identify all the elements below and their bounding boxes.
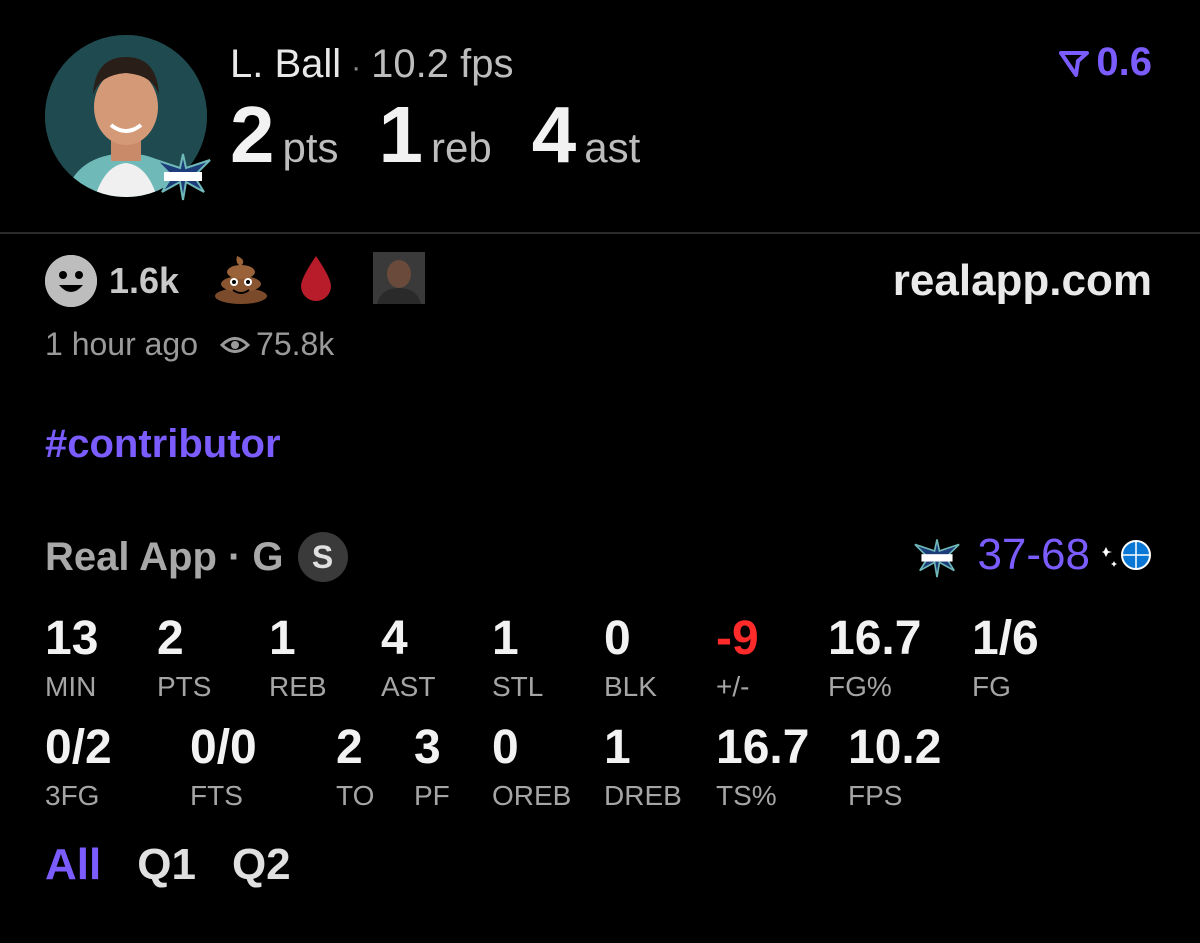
stat-plus-minus: -9 +/- (716, 615, 759, 703)
stat-pts: 2 PTS (157, 615, 211, 703)
stat-value: 4 (381, 612, 408, 665)
stat-label: MIN (45, 671, 97, 702)
hashtag-link[interactable]: #contributor (45, 422, 281, 467)
stat-label: 3FG (45, 780, 100, 811)
stat-value: 0/0 (190, 721, 257, 774)
stat-label: FG (972, 671, 1011, 702)
tab-q2[interactable]: Q2 (232, 840, 291, 890)
hornets-logo-icon (914, 539, 961, 578)
stat-label: PF (414, 780, 450, 811)
period-tabs: All Q1 Q2 (45, 840, 327, 890)
player-name-line: L. Ball · 10.2 fps (230, 42, 514, 87)
stat-min: 13 MIN (45, 615, 98, 703)
stat-value: 2 (157, 612, 184, 665)
player-fps: 10.2 fps (371, 42, 514, 86)
headline-pts-unit: pts (282, 124, 339, 171)
headline-ast-value: 4 (531, 90, 577, 179)
player-name[interactable]: L. Ball (230, 42, 341, 86)
stat-value: 1 (604, 721, 631, 774)
stat-value: 16.7 (716, 721, 810, 774)
stat-dreb: 1 DREB (604, 724, 682, 812)
stat-value: 1 (269, 612, 296, 665)
headline-reb-value: 1 (378, 90, 424, 179)
stat-to: 2 TO (336, 724, 374, 812)
stat-label: STL (492, 671, 544, 702)
rating-arrow-icon (1059, 50, 1090, 77)
magic-logo-icon (1102, 540, 1151, 570)
stat-value: 3 (414, 721, 441, 774)
stat-label: PTS (157, 671, 212, 702)
stat-fg: 1/6 FG (972, 615, 1039, 703)
stat-value: 2 (336, 721, 363, 774)
headline-pts-value: 2 (230, 90, 275, 179)
stat-fg-pct: 16.7 FG% (828, 615, 921, 703)
smiley-icon[interactable] (45, 254, 97, 307)
stat-label: +/- (716, 671, 750, 702)
tab-q1[interactable]: Q1 (137, 840, 196, 890)
hornets-logo-icon (150, 140, 216, 206)
view-count: 75.8k (256, 326, 335, 362)
separator-dot: · (351, 51, 362, 84)
stat-label: TS% (716, 780, 777, 811)
stat-label: FTS (190, 780, 243, 811)
reaction-count: 1.6k (109, 259, 180, 301)
stat-pf: 3 PF (414, 724, 450, 812)
stat-value: -9 (716, 612, 759, 665)
time-ago: 1 hour ago (45, 326, 199, 362)
rating-badge[interactable]: 0.6 (1058, 40, 1152, 85)
stat-value: 13 (45, 612, 99, 665)
stat-label: BLK (604, 671, 657, 702)
eye-icon (220, 336, 251, 353)
stat-ts-pct: 16.7 TS% (716, 724, 809, 812)
stat-ast: 4 AST (381, 615, 435, 703)
stat-value: 0 (492, 721, 519, 774)
stat-label: DREB (604, 780, 682, 811)
stat-value: 1/6 (972, 612, 1039, 665)
meta-line: 1 hour ago 75.8k (45, 326, 334, 363)
game-score[interactable]: 37-68 (909, 528, 1152, 582)
score-text: 37-68 (977, 530, 1090, 579)
stat-fts: 0/0 FTS (190, 724, 257, 812)
stat-blk: 0 BLK (604, 615, 657, 703)
stat-fps: 10.2 FPS (848, 724, 941, 812)
stat-value: 1 (492, 612, 519, 665)
stat-label: REB (269, 671, 327, 702)
stat-value: 0/2 (45, 721, 112, 774)
game-header: Real App · G S (45, 532, 348, 582)
stat-label: OREB (492, 780, 572, 811)
stat-3fg: 0/2 3FG (45, 724, 112, 812)
views: 75.8k (220, 326, 334, 363)
site-link[interactable]: realapp.com (893, 256, 1152, 306)
divider (0, 232, 1200, 234)
stat-value: 0 (604, 612, 631, 665)
stat-value: 10.2 (848, 721, 942, 774)
stat-label: AST (381, 671, 436, 702)
stat-reb: 1 REB (269, 615, 327, 703)
headline-ast-unit: ast (584, 124, 641, 171)
poop-emoji-icon[interactable] (213, 252, 269, 309)
s-badge[interactable]: S (297, 532, 348, 582)
headline-stats: 2 pts 1 reb 4 ast (230, 95, 680, 175)
stat-label: TO (336, 780, 375, 811)
rating-value: 0.6 (1096, 40, 1152, 84)
stat-value: 16.7 (828, 612, 922, 665)
stat-label: FPS (848, 780, 903, 811)
tab-all[interactable]: All (45, 840, 101, 890)
stat-oreb: 0 OREB (492, 724, 571, 812)
game-label: Real App · G (45, 534, 284, 579)
user-avatar-icon[interactable] (373, 252, 426, 309)
stat-stl: 1 STL (492, 615, 543, 703)
reactions-bar: 1.6k (45, 252, 426, 309)
headline-reb-unit: reb (431, 124, 492, 171)
blood-drop-icon[interactable] (299, 254, 333, 307)
stat-label: FG% (828, 671, 892, 702)
